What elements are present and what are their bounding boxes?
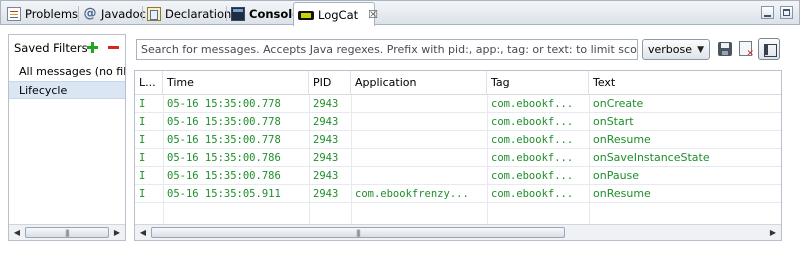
cell-level: I	[139, 134, 146, 146]
column-header-application[interactable]: Application	[351, 71, 487, 95]
cell-pid: 2943	[313, 98, 339, 110]
tab-declaration[interactable]: Declaration	[143, 3, 231, 25]
table-row[interactable]: I 05-16 15:35:00.786 2943 com.ebookf... …	[135, 167, 781, 185]
table-row[interactable]: I 05-16 15:35:00.778 2943 com.ebookf... …	[135, 131, 781, 149]
cell-time: 05-16 15:35:05.911	[167, 188, 281, 200]
log-level-select[interactable]: verbose ▼	[642, 39, 710, 60]
cell-tag: com.ebookf...	[491, 188, 574, 200]
problems-icon	[7, 7, 21, 21]
cell-pid: 2943	[313, 152, 339, 164]
tab-logcat[interactable]: LogCat ☒	[293, 2, 378, 26]
clear-log-icon[interactable]	[739, 41, 754, 59]
filter-item-lifecycle[interactable]: Lifecycle	[9, 81, 125, 99]
cell-application	[351, 113, 487, 131]
view-tab-bar: Problems @ Javadoc Declaration Console L…	[0, 0, 800, 26]
tab-declaration-label: Declaration	[165, 7, 232, 21]
scroll-thumb[interactable]: |||	[151, 227, 565, 238]
chevron-down-icon: ▼	[697, 45, 704, 55]
cell-application	[351, 131, 487, 149]
add-filter-plus-icon[interactable]	[87, 42, 98, 53]
cell-pid: 2943	[313, 134, 339, 146]
cell-tag: com.ebookf...	[491, 152, 574, 164]
cell-text: onResume	[593, 133, 651, 146]
tab-javadoc-label: Javadoc	[101, 7, 146, 21]
scroll-thumb[interactable]: |||	[25, 227, 109, 238]
log-search-input[interactable]	[136, 39, 638, 60]
cell-tag: com.ebookf...	[491, 170, 574, 182]
cell-application: com.ebookfrenzy...	[355, 188, 469, 200]
toggle-panel-icon[interactable]	[758, 38, 780, 60]
minimize-icon[interactable]	[761, 6, 774, 19]
scroll-right-icon[interactable]: ▶	[109, 225, 125, 240]
cell-text: onStart	[593, 115, 634, 128]
logcat-table: L... Time PID Application Tag Text I 05-…	[134, 70, 782, 241]
cell-time: 05-16 15:35:00.786	[167, 170, 281, 182]
column-header-text[interactable]: Text	[589, 71, 781, 95]
cell-application	[351, 167, 487, 185]
cell-level: I	[139, 152, 146, 164]
tab-problems-label: Problems	[25, 7, 79, 21]
scroll-left-icon[interactable]: ◀	[9, 225, 25, 240]
maximize-icon[interactable]	[780, 6, 793, 19]
cell-time: 05-16 15:35:00.778	[167, 134, 281, 146]
cell-level: I	[139, 98, 146, 110]
tab-javadoc[interactable]: @ Javadoc	[79, 3, 146, 25]
save-icon[interactable]	[718, 42, 732, 56]
cell-time: 05-16 15:35:00.786	[167, 152, 281, 164]
filter-item-all-messages[interactable]: All messages (no filters)	[9, 63, 125, 81]
filter-list: All messages (no filters) Lifecycle	[9, 63, 125, 99]
scroll-right-icon[interactable]: ▶	[765, 225, 781, 240]
scroll-left-icon[interactable]: ◀	[135, 225, 151, 240]
table-row[interactable]: I 05-16 15:35:00.778 2943 com.ebookf... …	[135, 95, 781, 113]
cell-application	[351, 149, 487, 167]
cell-text: onPause	[593, 169, 640, 182]
cell-time: 05-16 15:35:00.778	[167, 98, 281, 110]
log-level-value: verbose	[648, 43, 693, 56]
declaration-icon	[147, 7, 161, 21]
cell-tag: com.ebookf...	[491, 134, 574, 146]
cell-pid: 2943	[313, 170, 339, 182]
saved-filters-panel: Saved Filters All messages (no filters) …	[8, 34, 126, 241]
column-header-pid[interactable]: PID	[309, 71, 351, 95]
javadoc-icon: @	[83, 6, 97, 21]
cell-text: onCreate	[593, 97, 644, 110]
tab-problems[interactable]: Problems	[3, 3, 79, 25]
logcat-icon	[298, 8, 314, 22]
cell-application	[351, 95, 487, 113]
close-tab-icon[interactable]: ☒	[368, 8, 378, 21]
table-row[interactable]: I 05-16 15:35:05.911 2943 com.ebookfrenz…	[135, 185, 781, 203]
tab-console[interactable]: Console	[227, 3, 300, 25]
column-header-tag[interactable]: Tag	[487, 71, 589, 95]
console-icon	[231, 7, 245, 21]
table-header: L... Time PID Application Tag Text	[135, 71, 781, 95]
column-header-level[interactable]: L...	[135, 71, 163, 95]
cell-time: 05-16 15:35:00.778	[167, 116, 281, 128]
remove-filter-minus-icon[interactable]	[108, 46, 119, 49]
cell-text: onResume	[593, 187, 651, 200]
cell-text: onSaveInstanceState	[593, 151, 710, 164]
table-row[interactable]: I 05-16 15:35:00.778 2943 com.ebookf... …	[135, 113, 781, 131]
cell-level: I	[139, 116, 146, 128]
table-horizontal-scrollbar[interactable]: ◀ ||| ▶	[135, 224, 781, 240]
cell-pid: 2943	[313, 188, 339, 200]
column-header-time[interactable]: Time	[163, 71, 309, 95]
cell-tag: com.ebookf...	[491, 116, 574, 128]
cell-level: I	[139, 188, 146, 200]
cell-level: I	[139, 170, 146, 182]
tab-logcat-label: LogCat	[318, 7, 359, 22]
filters-horizontal-scrollbar[interactable]: ◀ ||| ▶	[9, 224, 125, 240]
cell-pid: 2943	[313, 116, 339, 128]
table-row[interactable]: I 05-16 15:35:00.786 2943 com.ebookf... …	[135, 149, 781, 167]
cell-tag: com.ebookf...	[491, 98, 574, 110]
